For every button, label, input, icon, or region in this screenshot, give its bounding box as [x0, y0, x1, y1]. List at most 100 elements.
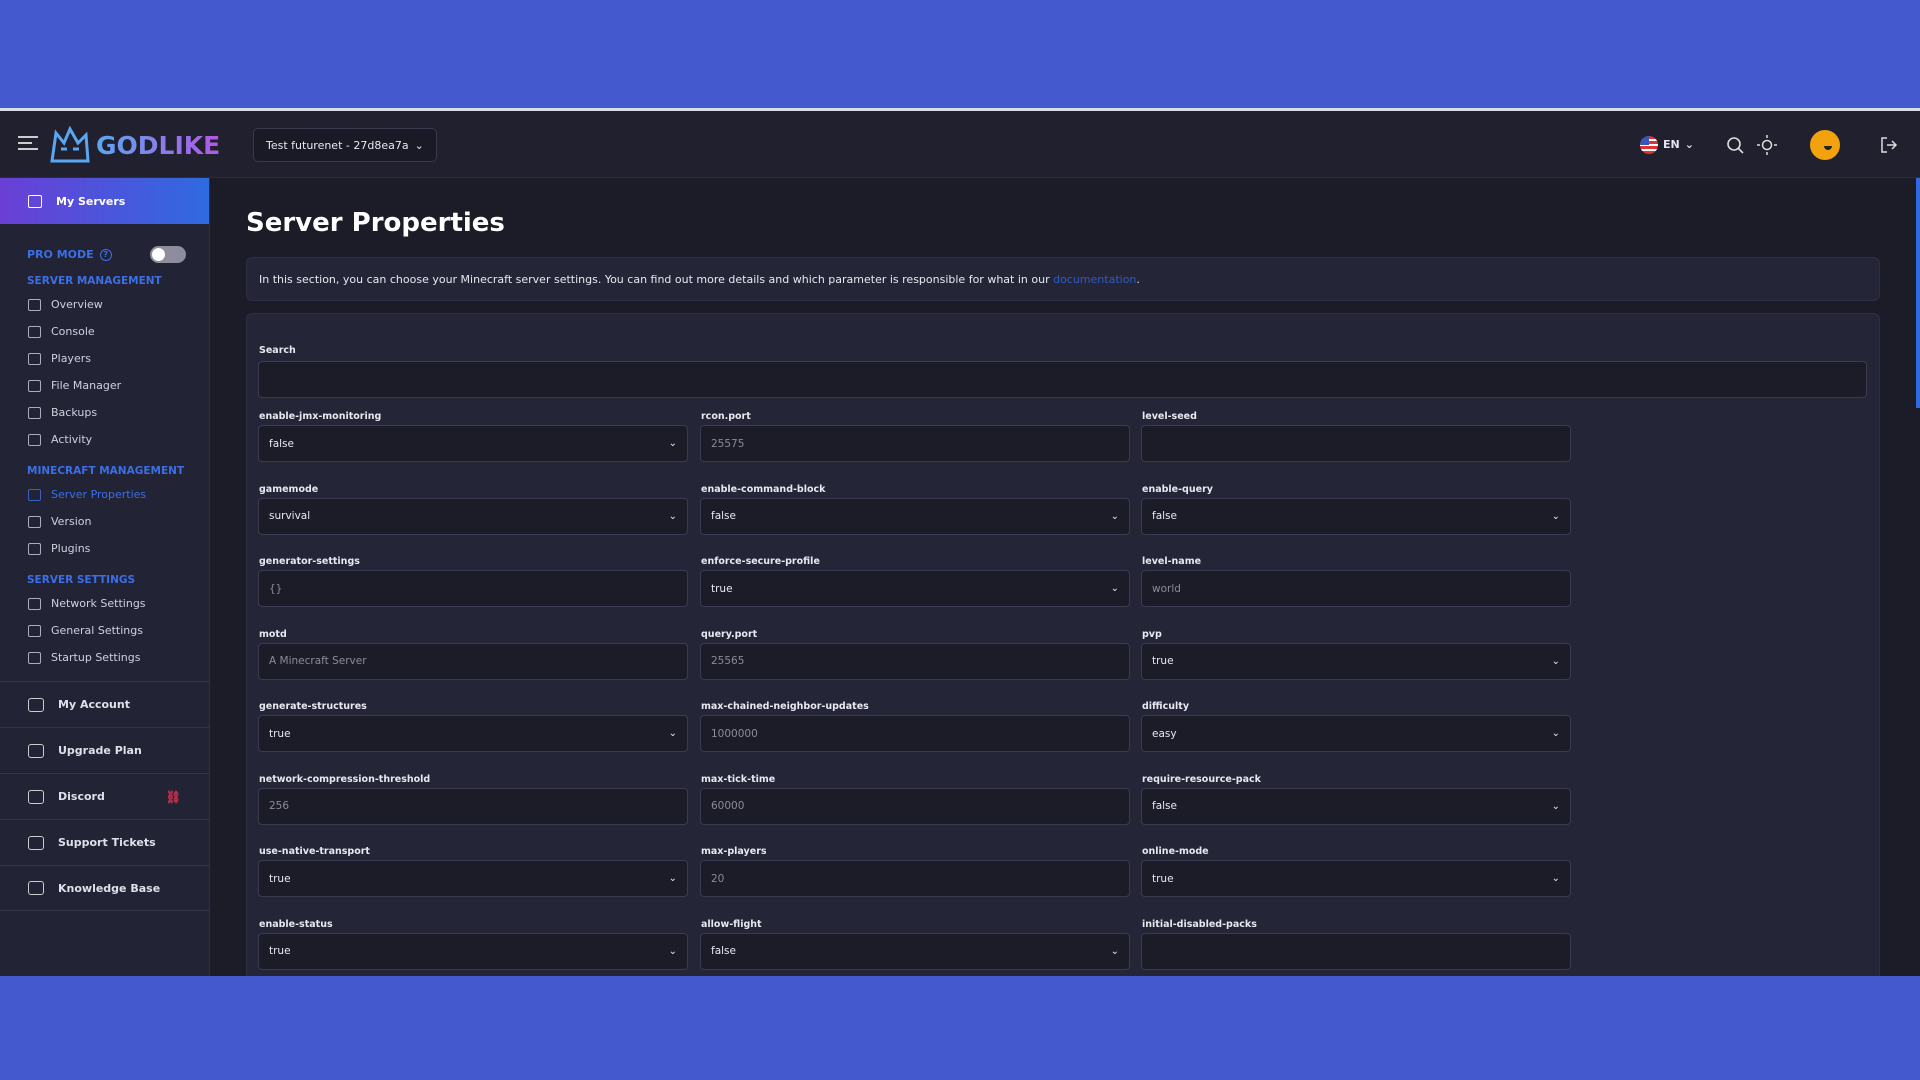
enable-command-block-select[interactable]: false ⌄: [700, 497, 1130, 535]
gamemode-select[interactable]: survival ⌄: [258, 497, 688, 535]
require-resource-pack-select[interactable]: false ⌄: [1141, 787, 1571, 825]
level-name-input[interactable]: [1141, 570, 1571, 607]
sidebar-item-overview[interactable]: Overview: [0, 291, 209, 318]
top-header: GODLIKE Test futurenet - 27d8ea7a ⌄ EN ⌄: [0, 111, 1920, 178]
sidebar-item-knowledge-base[interactable]: Knowledge Base: [0, 865, 209, 911]
max-players-input[interactable]: [700, 860, 1130, 897]
language-selector[interactable]: EN ⌄: [1640, 135, 1694, 154]
avatar[interactable]: [1810, 129, 1840, 160]
theme-sun-icon[interactable]: [1756, 134, 1778, 156]
field-label: motd: [259, 628, 287, 640]
chevron-down-icon: ⌄: [1551, 655, 1560, 667]
chevron-down-icon: ⌄: [668, 438, 677, 449]
overview-icon: [28, 298, 41, 311]
menu-icon[interactable]: [18, 136, 38, 150]
sidebar-item-file-manager[interactable]: File Manager: [0, 372, 209, 399]
field-label: query.port: [701, 628, 758, 640]
help-icon[interactable]: ?: [99, 248, 112, 261]
chevron-down-icon: ⌄: [414, 138, 424, 152]
difficulty-select[interactable]: easy ⌄: [1141, 715, 1571, 752]
chevron-down-icon: ⌄: [1551, 800, 1560, 812]
sidebar-item-server-properties[interactable]: Server Properties: [0, 481, 209, 508]
app-window: GODLIKE Test futurenet - 27d8ea7a ⌄ EN ⌄ M…: [0, 108, 1920, 976]
sidebar-item-support-tickets[interactable]: Support Tickets: [0, 819, 209, 865]
enable-query-select[interactable]: false ⌄: [1141, 497, 1571, 535]
chevron-down-icon: ⌄: [668, 945, 677, 957]
network-compression-threshold-input[interactable]: [258, 787, 688, 825]
search-input[interactable]: [258, 361, 1867, 398]
max-chained-neighbor-updates-input[interactable]: [700, 715, 1130, 752]
logo[interactable]: GODLIKE: [48, 123, 220, 167]
scrollbar[interactable]: [1916, 178, 1920, 408]
sidebar: My Servers PRO MODE? SERVER MANAGEMENT Ov…: [0, 178, 210, 976]
sidebar-item-players[interactable]: Players: [0, 345, 209, 372]
field-label: pvp: [1142, 628, 1162, 640]
chevron-down-icon: ⌄: [668, 873, 677, 884]
sidebar-item-backups[interactable]: Backups: [0, 399, 209, 426]
field-label: allow-flight: [701, 918, 762, 930]
search-label: Search: [259, 345, 296, 356]
us-flag-icon: [1640, 135, 1659, 154]
initial-disabled-packs-input[interactable]: [1141, 932, 1571, 970]
chevron-down-icon: ⌄: [1551, 728, 1560, 739]
chevron-down-icon: ⌄: [668, 728, 677, 739]
sidebar-item-startup-settings[interactable]: Startup Settings: [0, 644, 209, 671]
field-label: enable-status: [259, 918, 333, 930]
sidebar-item-network-settings[interactable]: Network Settings: [0, 590, 209, 617]
logout-icon[interactable]: [1878, 134, 1900, 156]
sidebar-item-console[interactable]: Console: [0, 318, 209, 345]
server-selector[interactable]: Test futurenet - 27d8ea7a ⌄: [253, 128, 437, 162]
network-settings-icon: [28, 597, 41, 610]
sidebar-item-discord[interactable]: Discord ⛓: [0, 773, 209, 819]
level-seed-input[interactable]: [1141, 425, 1571, 462]
allow-flight-select[interactable]: false ⌄: [700, 932, 1130, 970]
backups-icon: [28, 406, 41, 419]
chevron-down-icon: ⌄: [1551, 873, 1560, 884]
enable-jmx-monitoring-select[interactable]: false ⌄: [258, 425, 688, 462]
search-icon[interactable]: [1724, 134, 1746, 156]
field-label: use-native-transport: [259, 846, 370, 857]
field-label: generator-settings: [259, 556, 360, 567]
motd-input[interactable]: [258, 642, 688, 680]
use-native-transport-select[interactable]: true ⌄: [258, 860, 688, 897]
file-manager-icon: [28, 379, 41, 392]
field-label: max-chained-neighbor-updates: [701, 701, 869, 712]
discord-icon: [28, 789, 44, 804]
sidebar-item-upgrade-plan[interactable]: Upgrade Plan: [0, 727, 209, 773]
activity-icon: [28, 433, 41, 446]
sidebar-item-plugins[interactable]: Plugins: [0, 535, 209, 562]
sidebar-item-version[interactable]: Version: [0, 508, 209, 535]
players-icon: [28, 352, 41, 365]
unlink-icon[interactable]: ⛓: [166, 790, 181, 804]
server-properties-icon: [28, 488, 41, 501]
online-mode-select[interactable]: true ⌄: [1141, 860, 1571, 897]
field-label: max-players: [701, 846, 767, 857]
field-label: level-seed: [1142, 411, 1197, 422]
field-label: level-name: [1142, 556, 1202, 567]
rcon-port-input[interactable]: [700, 425, 1130, 462]
field-label: require-resource-pack: [1142, 773, 1261, 785]
sidebar-item-my-servers[interactable]: My Servers: [0, 178, 209, 224]
query-port-input[interactable]: [700, 642, 1130, 680]
chevron-down-icon: ⌄: [668, 510, 677, 522]
generator-settings-input[interactable]: [258, 570, 688, 607]
field-label: enable-jmx-monitoring: [259, 411, 382, 422]
pro-mode-toggle[interactable]: [149, 246, 186, 263]
field-label: online-mode: [1142, 846, 1209, 857]
pvp-select[interactable]: true ⌄: [1141, 642, 1571, 680]
plugins-icon: [28, 542, 41, 555]
documentation-link[interactable]: documentation: [1053, 273, 1136, 286]
upgrade-plan-icon: [28, 743, 44, 758]
enforce-secure-profile-select[interactable]: true ⌄: [700, 570, 1130, 607]
generate-structures-select[interactable]: true ⌄: [258, 715, 688, 752]
console-icon: [28, 325, 41, 338]
field-label: difficulty: [1142, 701, 1190, 712]
sidebar-item-activity[interactable]: Activity: [0, 426, 209, 453]
field-label: rcon.port: [701, 411, 751, 422]
enable-status-select[interactable]: true ⌄: [258, 932, 688, 970]
field-label: enable-command-block: [701, 483, 826, 495]
sidebar-item-general-settings[interactable]: General Settings: [0, 617, 209, 644]
max-tick-time-input[interactable]: [700, 787, 1130, 825]
sidebar-item-my-account[interactable]: My Account: [0, 681, 209, 727]
support-tickets-icon: [28, 835, 44, 850]
